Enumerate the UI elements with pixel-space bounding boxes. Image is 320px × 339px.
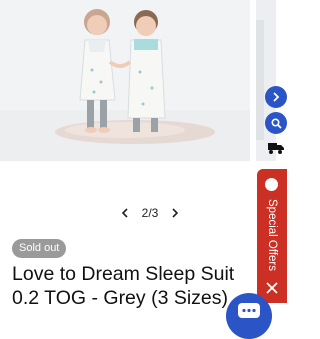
chevron-left-icon[interactable] xyxy=(118,206,132,220)
search-icon xyxy=(270,117,282,129)
pager-count: 2/3 xyxy=(141,206,159,220)
truck-icon[interactable] xyxy=(267,141,285,155)
close-icon[interactable] xyxy=(265,281,279,295)
special-offers-tab[interactable]: Special Offers xyxy=(257,169,287,303)
product-image[interactable] xyxy=(0,0,250,161)
chevron-right-icon[interactable] xyxy=(168,206,182,220)
chevron-right-icon xyxy=(271,92,281,102)
side-next-button[interactable] xyxy=(265,86,287,108)
product-title: Love to Dream Sleep Suit 0.2 TOG - Grey … xyxy=(12,263,235,309)
status-badge: Sold out xyxy=(12,239,67,258)
special-offers-label: Special Offers xyxy=(266,199,278,272)
offers-dot-icon xyxy=(265,178,278,191)
next-slide-preview[interactable] xyxy=(256,0,276,161)
gallery-pager: 2/3 xyxy=(118,203,182,223)
chat-button[interactable] xyxy=(226,293,272,339)
side-search-button[interactable] xyxy=(265,112,287,134)
